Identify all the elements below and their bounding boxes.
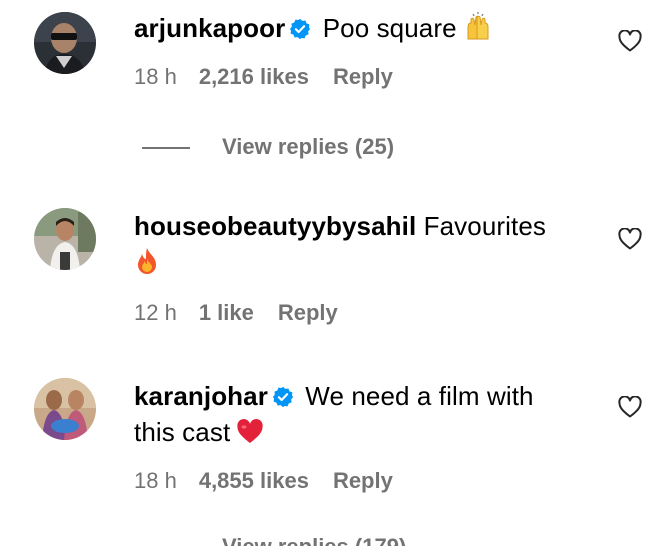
fire-emoji: [134, 247, 160, 284]
avatar[interactable]: [34, 12, 96, 74]
comment-meta: 18 h 2,216 likes Reply: [134, 64, 393, 90]
verified-badge-icon: [290, 18, 311, 40]
comment-text: Favourites: [423, 211, 547, 241]
comment-time: 18 h: [134, 64, 177, 89]
verified-badge-icon: [272, 386, 294, 408]
divider: [142, 147, 190, 150]
comment-username[interactable]: karanjohar: [134, 381, 268, 411]
comment-username[interactable]: houseobeautyybysahil: [134, 211, 416, 241]
red-heart-emoji: [236, 418, 264, 454]
comment-likes[interactable]: 4,855 likes: [199, 468, 309, 494]
comment-text: Poo square: [322, 13, 457, 43]
view-replies-button[interactable]: View replies (179): [142, 534, 406, 546]
like-heart-icon[interactable]: [618, 228, 642, 250]
view-replies-button[interactable]: View replies (25): [142, 134, 394, 160]
comment-time: 12 h: [134, 300, 177, 325]
avatar[interactable]: [34, 378, 96, 440]
raising-hands-emoji: [463, 11, 493, 50]
reply-button[interactable]: Reply: [333, 64, 393, 90]
comment-text-continued: this cast: [134, 417, 231, 447]
view-replies-label: View replies (25): [222, 134, 395, 159]
comment-username[interactable]: arjunkapoor: [134, 13, 285, 43]
avatar[interactable]: [34, 208, 96, 270]
reply-button[interactable]: Reply: [278, 300, 338, 326]
like-heart-icon[interactable]: [618, 396, 642, 418]
comment-meta: 18 h 4,855 likes Reply: [134, 468, 393, 494]
comment-time: 18 h: [134, 468, 177, 493]
comment-likes[interactable]: 1 like: [199, 300, 254, 326]
like-heart-icon[interactable]: [618, 30, 642, 52]
comment-text: We need a film with: [305, 381, 534, 411]
reply-button[interactable]: Reply: [333, 468, 393, 494]
view-replies-label: View replies (179): [222, 534, 406, 546]
comment-meta: 12 h 1 like Reply: [134, 300, 338, 326]
comments-list: arjunkapoor Poo square 18 h 2,216 likes Re…: [0, 0, 668, 546]
comment-likes[interactable]: 2,216 likes: [199, 64, 309, 90]
